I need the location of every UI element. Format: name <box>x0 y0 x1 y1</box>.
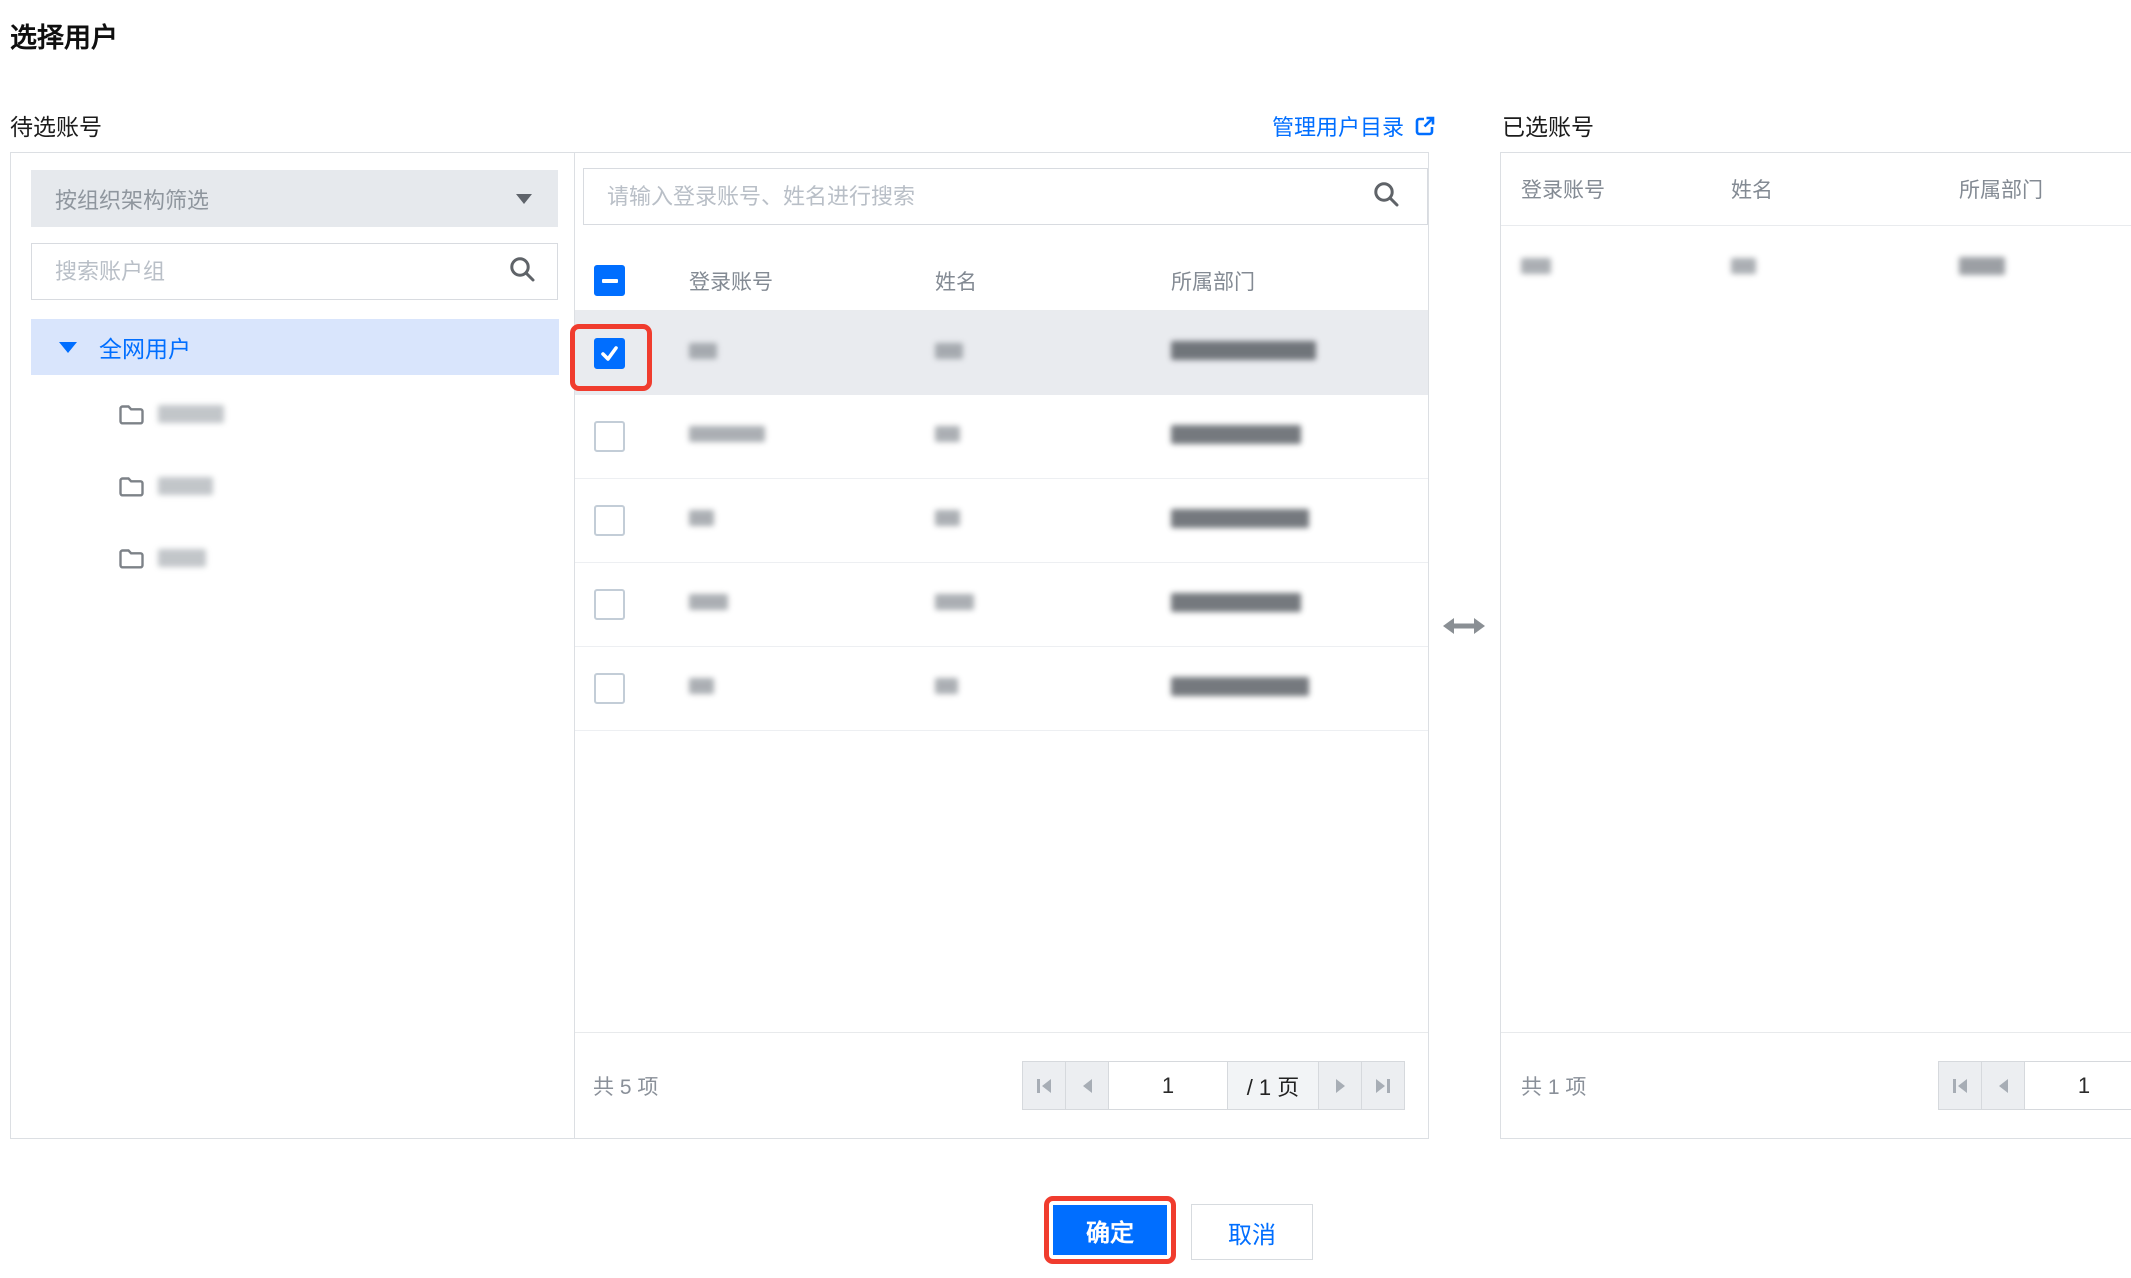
row-checkbox[interactable] <box>594 421 625 452</box>
column-header-name: 姓名 <box>935 266 1171 296</box>
cancel-button[interactable]: 取消 <box>1191 1204 1313 1260</box>
redacted-text <box>689 510 714 526</box>
page-number-input[interactable]: 1 <box>1108 1061 1228 1110</box>
table-row[interactable] <box>575 563 1428 647</box>
redacted-text <box>1171 593 1301 612</box>
selected-table-header: 登录账号 姓名 所属部门 <box>1501 153 2131 226</box>
candidates-table-header: 登录账号 姓名 所属部门 <box>575 251 1428 311</box>
row-checkbox[interactable] <box>594 589 625 620</box>
redacted-text <box>935 594 974 610</box>
table-row[interactable] <box>575 479 1428 563</box>
redacted-text <box>935 426 960 442</box>
redacted-text <box>689 594 728 610</box>
prev-page-button[interactable] <box>1065 1061 1109 1110</box>
tree-folder-item[interactable] <box>31 529 531 587</box>
redacted-text <box>1171 509 1309 528</box>
table-row[interactable] <box>575 311 1428 395</box>
search-icon[interactable] <box>1371 179 1401 214</box>
transfer-arrow-icon <box>1443 613 1485 644</box>
tree-folder-item[interactable] <box>31 385 531 443</box>
group-search-input[interactable] <box>32 259 507 285</box>
column-header-department: 所属部门 <box>1171 266 1428 296</box>
pending-accounts-panel: 按组织架构筛选 全网用户 <box>10 152 1429 1139</box>
group-search-box <box>31 243 558 300</box>
first-page-button[interactable] <box>1022 1061 1066 1110</box>
select-all-checkbox[interactable] <box>594 265 625 296</box>
redacted-text <box>935 678 958 694</box>
page-number-input[interactable]: 1 <box>2024 1061 2131 1110</box>
redacted-text <box>689 678 714 694</box>
tree-root-label: 全网用户 <box>99 330 191 364</box>
next-page-button[interactable] <box>1318 1061 1362 1110</box>
redacted-text <box>1171 425 1301 444</box>
selected-footer: 共 1 项 1 / 1 页 <box>1501 1032 2131 1138</box>
manage-link-label: 管理用户目录 <box>1272 110 1404 142</box>
redacted-text <box>935 510 960 526</box>
tree-node-all-users[interactable]: 全网用户 <box>31 319 559 375</box>
redacted-text <box>1521 258 1551 274</box>
row-checkbox[interactable] <box>594 505 625 536</box>
redacted-text <box>689 343 717 359</box>
folder-icon <box>118 547 145 570</box>
tree-folder-item[interactable] <box>31 457 531 515</box>
row-checkbox[interactable] <box>594 338 625 369</box>
column-header-login: 登录账号 <box>1501 174 1731 204</box>
redacted-text <box>935 343 963 359</box>
column-header-name: 姓名 <box>1731 174 1959 204</box>
row-checkbox[interactable] <box>594 673 625 704</box>
chevron-down-icon <box>516 194 532 204</box>
redacted-text <box>1171 677 1309 696</box>
redacted-text <box>689 426 765 442</box>
pending-accounts-label: 待选账号 <box>10 108 102 142</box>
last-page-button[interactable] <box>1361 1061 1405 1110</box>
candidates-section: 登录账号 姓名 所属部门 <box>575 153 1428 1138</box>
tree-expand-icon[interactable] <box>59 342 77 353</box>
pagination: 1 / 1 页 <box>1023 1061 1405 1110</box>
table-row[interactable] <box>1501 226 2131 311</box>
folder-icon <box>118 475 145 498</box>
candidates-footer: 共 5 项 1 / 1 页 <box>575 1032 1428 1138</box>
redacted-text <box>158 549 206 567</box>
selected-accounts-panel: 登录账号 姓名 所属部门 共 1 项 1 / 1 页 <box>1500 152 2131 1139</box>
column-header-login: 登录账号 <box>689 266 935 296</box>
redacted-text <box>1171 341 1316 360</box>
org-structure-filter-dropdown[interactable]: 按组织架构筛选 <box>31 170 558 227</box>
user-search-box <box>583 168 1428 225</box>
table-row[interactable] <box>575 395 1428 479</box>
first-page-button[interactable] <box>1938 1061 1982 1110</box>
external-link-icon <box>1413 114 1437 138</box>
table-row[interactable] <box>575 647 1428 731</box>
confirm-button[interactable]: 确定 <box>1053 1205 1167 1255</box>
search-icon[interactable] <box>507 254 537 289</box>
page-total-label: / 1 页 <box>1227 1061 1319 1110</box>
redacted-text <box>158 477 213 495</box>
redacted-text <box>158 405 224 423</box>
page-title: 选择用户 <box>10 16 118 55</box>
redacted-text <box>1731 258 1756 274</box>
manage-user-directory-link[interactable]: 管理用户目录 <box>1272 110 1437 142</box>
prev-page-button[interactable] <box>1981 1061 2025 1110</box>
total-count: 共 1 项 <box>1521 1071 1586 1101</box>
folder-icon <box>118 403 145 426</box>
pagination: 1 / 1 页 <box>1939 1061 2131 1110</box>
column-header-department: 所属部门 <box>1959 174 2131 204</box>
org-filter-placeholder: 按组织架构筛选 <box>55 183 209 215</box>
user-search-input[interactable] <box>584 184 1371 210</box>
total-count: 共 5 项 <box>593 1071 658 1101</box>
selected-accounts-label: 已选账号 <box>1502 108 1594 142</box>
redacted-text <box>1959 257 2005 275</box>
